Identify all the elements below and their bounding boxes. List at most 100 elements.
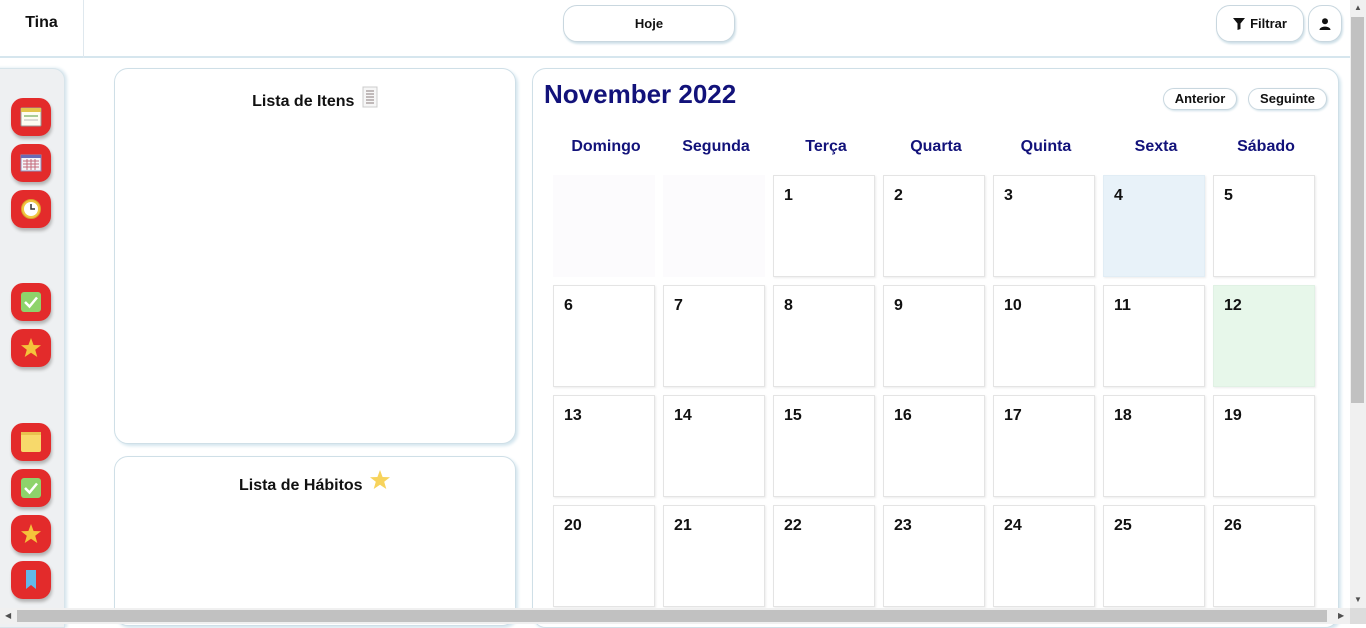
day-cell[interactable]: 3 [993, 175, 1095, 277]
user-button[interactable] [1308, 5, 1342, 42]
day-cell[interactable]: 2 [883, 175, 985, 277]
day-cell[interactable]: 19 [1213, 395, 1315, 497]
sidebar-item-notes[interactable] [11, 423, 51, 461]
sidebar-item-bookmark[interactable] [11, 561, 51, 599]
day-cell[interactable]: 26 [1213, 505, 1315, 607]
sidebar-item-favorites[interactable] [11, 329, 51, 367]
items-panel-header: Lista de Itens [115, 86, 515, 111]
day-number: 18 [1114, 407, 1132, 424]
empty-day-cell [553, 175, 655, 277]
day-cell[interactable]: 17 [993, 395, 1095, 497]
scroll-left-arrow-icon[interactable]: ◀ [5, 611, 11, 620]
day-number: 13 [564, 407, 582, 424]
items-panel-title: Lista de Itens [252, 93, 355, 110]
calendar-month-title: November 2022 [544, 79, 737, 109]
checkmark-icon [21, 478, 41, 498]
day-cell[interactable]: 12 [1213, 285, 1315, 387]
day-number: 14 [674, 407, 692, 424]
scroll-right-arrow-icon[interactable]: ▶ [1338, 611, 1344, 620]
day-cell[interactable]: 13 [553, 395, 655, 497]
today-button[interactable]: Hoje [563, 5, 735, 42]
top-bar: Tina Hoje Filtrar [0, 0, 1350, 58]
day-cell[interactable]: 21 [663, 505, 765, 607]
filter-button[interactable]: Filtrar [1216, 5, 1304, 42]
note-icon [21, 432, 41, 452]
day-cell[interactable]: 10 [993, 285, 1095, 387]
sidebar-item-calendar-month[interactable] [11, 144, 51, 182]
day-cell[interactable]: 1 [773, 175, 875, 277]
day-cell[interactable]: 24 [993, 505, 1095, 607]
day-cell[interactable]: 9 [883, 285, 985, 387]
day-number: 3 [1004, 187, 1013, 204]
brand-name: Tina [0, 0, 84, 58]
day-cell[interactable]: 6 [553, 285, 655, 387]
day-number: 25 [1114, 517, 1132, 534]
day-cell[interactable]: 22 [773, 505, 875, 607]
day-number: 12 [1224, 297, 1242, 314]
empty-day-cell [663, 175, 765, 277]
day-number: 26 [1224, 517, 1242, 534]
calendar-icon [20, 107, 42, 127]
day-number: 5 [1224, 187, 1233, 204]
calendar-panel: November 2022 Anterior Seguinte Domingo S… [532, 68, 1339, 628]
day-cell[interactable]: 15 [773, 395, 875, 497]
day-cell[interactable]: 8 [773, 285, 875, 387]
day-cell[interactable]: 25 [1103, 505, 1205, 607]
habits-panel-title: Lista de Hábitos [238, 477, 363, 494]
weekday-label: Sábado [1237, 138, 1295, 155]
weekday-label: Domingo [571, 138, 641, 155]
sidebar-item-habits-check[interactable] [11, 469, 51, 507]
sidebar-item-calendar-week[interactable] [11, 98, 51, 136]
scroll-down-arrow-icon[interactable]: ▼ [1354, 595, 1362, 604]
list-icon [362, 86, 378, 108]
day-number: 24 [1004, 517, 1022, 534]
day-cell[interactable]: 11 [1103, 285, 1205, 387]
user-icon [1319, 17, 1331, 30]
day-number: 2 [894, 187, 903, 204]
day-number: 7 [674, 297, 683, 314]
day-number: 19 [1224, 407, 1242, 424]
day-cell[interactable]: 4 [1103, 175, 1205, 277]
filter-label: Filtrar [1250, 16, 1287, 31]
day-number: 1 [784, 187, 793, 204]
day-number: 17 [1004, 407, 1022, 424]
star-icon [370, 470, 391, 489]
sidebar-item-clock[interactable] [11, 190, 51, 228]
day-cell[interactable]: 14 [663, 395, 765, 497]
weekday-label: Sexta [1134, 138, 1178, 155]
day-number: 9 [894, 297, 903, 314]
day-number: 16 [894, 407, 912, 424]
checkmark-icon [21, 292, 41, 312]
sidebar-item-habits-star[interactable] [11, 515, 51, 553]
day-number: 10 [1004, 297, 1022, 314]
sidebar-item-tasks[interactable] [11, 283, 51, 321]
day-number: 21 [674, 517, 692, 534]
day-cell[interactable]: 5 [1213, 175, 1315, 277]
day-number: 20 [564, 517, 582, 534]
sidebar [0, 68, 65, 628]
clock-icon [21, 199, 41, 219]
scrollbar-corner [1350, 608, 1366, 624]
star-icon [21, 524, 41, 543]
horizontal-scroll-thumb[interactable] [17, 610, 1327, 622]
items-panel: Lista de Itens [114, 68, 516, 444]
day-cell[interactable]: 18 [1103, 395, 1205, 497]
day-cell[interactable]: 20 [553, 505, 655, 607]
bookmark-icon [26, 570, 36, 589]
weekday-label: Terça [805, 138, 847, 155]
day-number: 6 [564, 297, 573, 314]
day-number: 4 [1114, 187, 1123, 204]
previous-month-button[interactable]: Anterior [1163, 88, 1237, 110]
star-icon [21, 338, 41, 357]
scroll-up-arrow-icon[interactable]: ▲ [1354, 3, 1362, 12]
day-cell[interactable]: 16 [883, 395, 985, 497]
weekday-label: Quinta [1020, 138, 1072, 155]
next-month-button[interactable]: Seguinte [1248, 88, 1327, 110]
vertical-scroll-thumb[interactable] [1351, 17, 1364, 403]
weekday-label: Quarta [910, 138, 962, 155]
filter-icon [1233, 17, 1246, 30]
day-cell[interactable]: 7 [663, 285, 765, 387]
day-number: 11 [1114, 297, 1131, 314]
day-cell[interactable]: 23 [883, 505, 985, 607]
day-number: 8 [784, 297, 793, 314]
